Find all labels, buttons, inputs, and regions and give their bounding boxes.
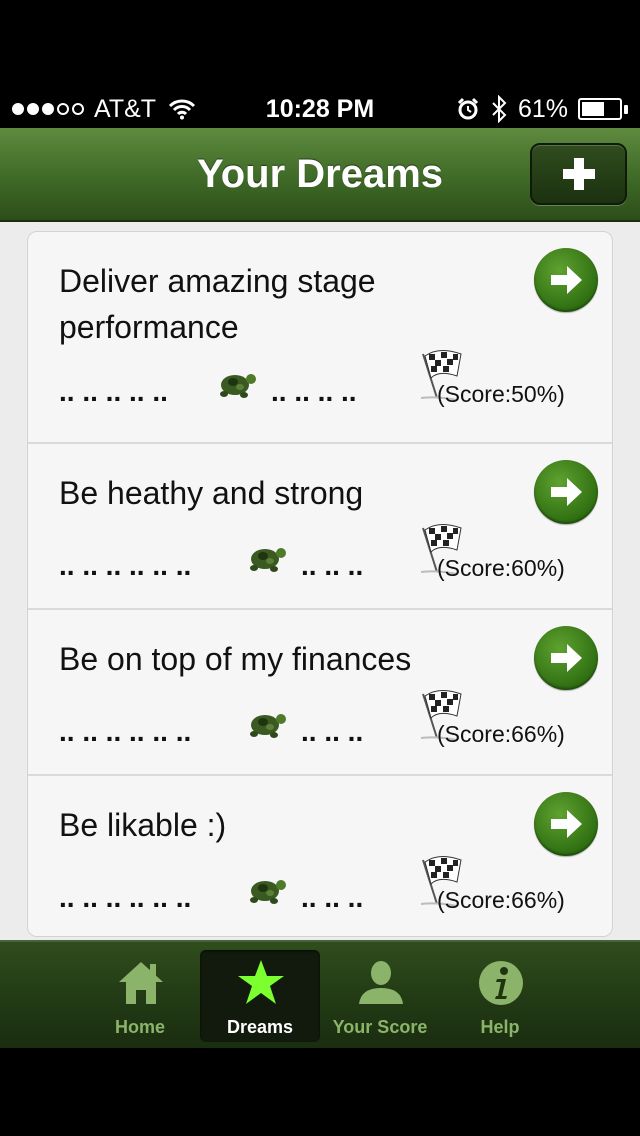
dream-progress: .. .. .. .. .. .. .. .. ..	[59, 856, 589, 916]
progress-dots-after: .. .. .. ..	[271, 376, 357, 407]
tab-help[interactable]: Help	[440, 950, 560, 1042]
home-icon	[119, 962, 163, 1004]
tab-home[interactable]: Home	[80, 950, 200, 1042]
open-dream-button[interactable]	[534, 460, 598, 524]
dream-progress: .. .. .. .. .. .. .. .. ..	[59, 690, 589, 750]
arrow-right-icon	[551, 644, 582, 672]
progress-dots-before: .. .. .. .. .. ..	[59, 550, 192, 581]
star-icon	[238, 960, 284, 1004]
tab-dreams[interactable]: Dreams	[200, 950, 320, 1042]
progress-dots-after: .. .. ..	[301, 550, 364, 581]
add-dream-button[interactable]	[530, 143, 627, 205]
open-dream-button[interactable]	[534, 792, 598, 856]
dream-title: Be likable :)	[59, 807, 227, 843]
alarm-icon	[457, 97, 479, 120]
progress-dots-before: .. .. .. .. .. ..	[59, 882, 192, 913]
turtle-icon	[250, 880, 286, 904]
dream-title: Be heathy and strong	[59, 475, 364, 511]
dream-score: (Score:66%)	[437, 721, 565, 747]
dream-list: Deliver amazing stage performance .. .. …	[27, 231, 613, 937]
status-bar: AT&T 10:28 PM 61%	[0, 0, 640, 128]
dream-list-area[interactable]: Deliver amazing stage performance .. .. …	[0, 222, 640, 940]
turtle-icon	[220, 374, 256, 398]
dream-item[interactable]: Be on top of my finances .. .. .. .. .. …	[28, 610, 612, 776]
progress-dots-after: .. .. ..	[301, 882, 364, 913]
person-icon	[359, 961, 403, 1004]
tab-label: Dreams	[226, 1017, 294, 1037]
dream-item[interactable]: Be heathy and strong .. .. .. .. .. .. .…	[28, 444, 612, 610]
dream-score: (Score:66%)	[437, 887, 565, 913]
dream-item[interactable]: Be likable :) .. .. .. .. .. .. .. .. ..	[28, 776, 612, 936]
turtle-icon	[250, 714, 286, 738]
navigation-bar: Your Dreams	[0, 128, 640, 222]
dream-title: Be on top of my finances	[59, 641, 412, 677]
tab-label: Your Score	[332, 1017, 428, 1037]
dream-progress: .. .. .. .. .. .. .. .. ..	[59, 350, 589, 410]
progress-dots-before: .. .. .. .. ..	[59, 376, 168, 407]
dream-title: Deliver amazing stage performance	[59, 263, 376, 345]
arrow-right-icon	[551, 266, 582, 294]
tab-your-score[interactable]: Your Score	[320, 950, 440, 1042]
dream-item[interactable]: Deliver amazing stage performance .. .. …	[28, 232, 612, 444]
battery-percent: 61%	[517, 94, 568, 123]
plus-icon	[562, 158, 595, 190]
dream-score: (Score:60%)	[437, 555, 565, 581]
open-dream-button[interactable]	[534, 248, 598, 312]
battery-icon	[578, 98, 628, 120]
progress-dots-before: .. .. .. .. .. ..	[59, 716, 192, 747]
info-icon	[479, 961, 523, 1005]
tab-label: Help	[480, 1017, 520, 1037]
tab-bar: Home Dreams Your Score Help	[0, 940, 640, 1048]
arrow-right-icon	[551, 810, 582, 838]
screen-bottom	[0, 1048, 640, 1136]
arrow-right-icon	[551, 478, 582, 506]
progress-dots-after: .. .. ..	[301, 716, 364, 747]
open-dream-button[interactable]	[534, 626, 598, 690]
dream-score: (Score:50%)	[437, 381, 565, 407]
turtle-icon	[250, 548, 286, 572]
tab-label: Home	[114, 1017, 165, 1037]
bluetooth-icon	[492, 95, 507, 123]
dream-progress: .. .. .. .. .. .. .. .. ..	[59, 524, 589, 584]
